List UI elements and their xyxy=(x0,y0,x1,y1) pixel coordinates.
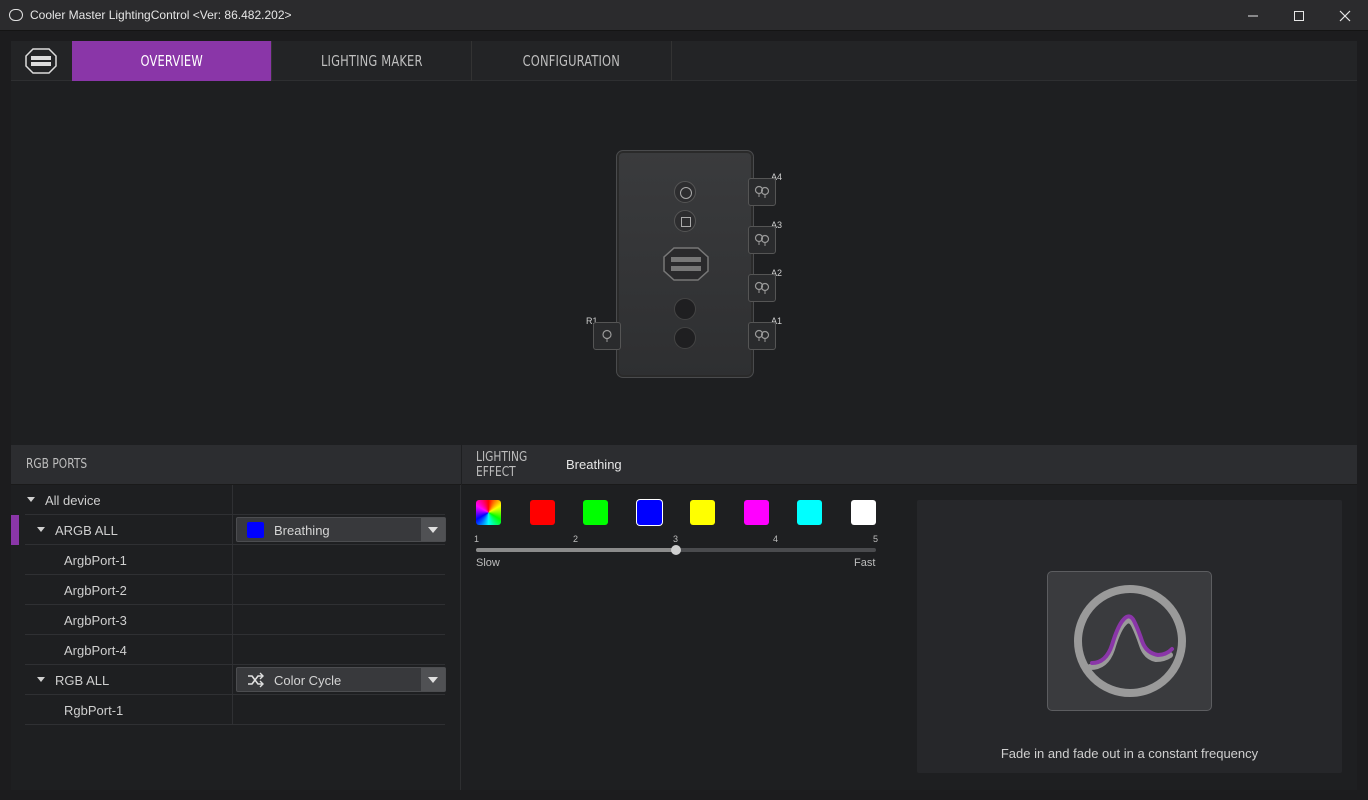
title-bar: Cooler Master LightingControl <Ver: 86.4… xyxy=(0,0,1368,31)
port-r1[interactable] xyxy=(593,322,621,350)
tree-row-argb-port-2[interactable]: ArgbPort-2 xyxy=(25,575,445,605)
color-swatch-green[interactable] xyxy=(583,500,608,525)
rgb-effect-value: Color Cycle xyxy=(274,673,342,688)
effect-color-swatch xyxy=(247,522,264,538)
speed-slider-fill xyxy=(476,548,676,552)
speed-slider-thumb[interactable] xyxy=(671,545,681,555)
tree-row-argb-port-3[interactable]: ArgbPort-3 xyxy=(25,605,445,635)
breathing-wave-icon xyxy=(1073,585,1186,697)
tree-row-argb-all[interactable]: ARGB ALL Breathing xyxy=(25,515,446,545)
window-title: Cooler Master LightingControl <Ver: 86.4… xyxy=(30,8,292,22)
device-circle-button xyxy=(674,181,696,203)
argb-port-label: ArgbPort-4 xyxy=(64,643,127,658)
dual-bulb-icon xyxy=(754,233,770,246)
caret-down-icon[interactable] xyxy=(27,497,35,502)
tab-lighting-maker[interactable]: LIGHTING MAKER xyxy=(272,41,472,81)
speed-max-label: Fast xyxy=(854,557,876,569)
controller-device-image xyxy=(616,150,754,378)
cooler-master-logo xyxy=(25,48,57,74)
color-swatch-red[interactable] xyxy=(530,500,555,525)
tree-row-argb-port-1[interactable]: ArgbPort-1 xyxy=(25,545,445,575)
argb-port-label: ArgbPort-3 xyxy=(64,613,127,628)
app-icon xyxy=(9,9,23,21)
tree-row-argb-port-4[interactable]: ArgbPort-4 xyxy=(25,635,445,665)
port-a1[interactable] xyxy=(748,322,776,350)
tab-configuration-label: CONFIGURATION xyxy=(522,52,621,70)
minimize-button[interactable] xyxy=(1230,0,1276,31)
lighting-effect-value: Breathing xyxy=(566,457,622,472)
dual-bulb-icon xyxy=(754,329,770,342)
tree-row-all-device[interactable]: All device xyxy=(25,485,445,515)
speed-tick: 2 xyxy=(573,534,579,544)
lighting-effect-title: LIGHTING EFFECT xyxy=(476,449,528,480)
caret-down-icon[interactable] xyxy=(37,527,45,532)
device-square-button xyxy=(674,210,696,232)
tab-lighting-maker-label: LIGHTING MAKER xyxy=(320,52,423,70)
argb-effect-value: Breathing xyxy=(274,523,330,538)
color-swatch-yellow[interactable] xyxy=(690,500,715,525)
dropdown-arrow-icon[interactable] xyxy=(421,668,445,691)
color-swatch-blue[interactable] xyxy=(637,500,662,525)
port-a3[interactable] xyxy=(748,226,776,254)
dropdown-arrow-icon[interactable] xyxy=(421,518,445,541)
device-knob-lower xyxy=(674,327,696,349)
shuffle-icon xyxy=(248,672,264,688)
port-a2[interactable] xyxy=(748,274,776,302)
rgb-ports-header: RGB PORTS xyxy=(11,445,461,485)
dual-bulb-icon xyxy=(754,185,770,198)
selection-indicator xyxy=(11,515,19,545)
color-swatch-white[interactable] xyxy=(851,500,876,525)
dual-bulb-icon xyxy=(754,281,770,294)
rgb-ports-title: RGB PORTS xyxy=(26,457,88,472)
tab-overview[interactable]: OVERVIEW xyxy=(72,41,272,81)
lighting-effect-header: LIGHTING EFFECT Breathing xyxy=(462,445,1357,485)
minimize-icon xyxy=(1248,15,1258,16)
speed-slider[interactable] xyxy=(476,545,876,555)
color-swatch-cyan[interactable] xyxy=(797,500,822,525)
tab-bar: OVERVIEW LIGHTING MAKER CONFIGURATION xyxy=(11,41,1357,81)
tree-row-rgb-all[interactable]: RGB ALL Color Cycle xyxy=(25,665,446,695)
rgb-ports-panel: RGB PORTS All device ARGB ALL Breathing … xyxy=(11,445,461,790)
tab-configuration[interactable]: CONFIGURATION xyxy=(472,41,672,81)
device-knob-upper xyxy=(674,298,696,320)
argb-port-label: ArgbPort-2 xyxy=(64,583,127,598)
breathing-effect-box xyxy=(1047,571,1212,711)
argb-effect-dropdown[interactable]: Breathing xyxy=(236,517,446,542)
maximize-icon xyxy=(1294,10,1304,21)
argb-port-label: ArgbPort-1 xyxy=(64,553,127,568)
rgb-effect-dropdown[interactable]: Color Cycle xyxy=(236,667,446,692)
rgb-port-label: RgbPort-1 xyxy=(64,703,124,718)
device-cooler-master-logo xyxy=(663,246,709,282)
all-device-label: All device xyxy=(45,493,101,508)
speed-tick: 1 xyxy=(474,534,480,544)
port-a4[interactable] xyxy=(748,178,776,206)
bulb-icon xyxy=(602,329,612,342)
color-swatch-magenta[interactable] xyxy=(744,500,769,525)
close-icon xyxy=(1339,10,1351,21)
close-button[interactable] xyxy=(1322,0,1368,31)
caret-down-icon[interactable] xyxy=(37,677,45,682)
rgb-all-label: RGB ALL xyxy=(55,673,110,688)
tab-overview-label: OVERVIEW xyxy=(140,52,203,70)
effect-description: Fade in and fade out in a constant frequ… xyxy=(1000,746,1259,761)
tree-row-rgb-port-1[interactable]: RgbPort-1 xyxy=(25,695,445,725)
speed-tick: 3 xyxy=(673,534,679,544)
speed-tick: 4 xyxy=(773,534,779,544)
effect-preview-panel: Fade in and fade out in a constant frequ… xyxy=(917,500,1342,773)
color-swatch-rainbow[interactable] xyxy=(476,500,501,525)
speed-tick: 5 xyxy=(873,534,879,544)
speed-min-label: Slow xyxy=(476,557,500,569)
argb-all-label: ARGB ALL xyxy=(55,523,118,538)
maximize-button[interactable] xyxy=(1276,0,1322,31)
